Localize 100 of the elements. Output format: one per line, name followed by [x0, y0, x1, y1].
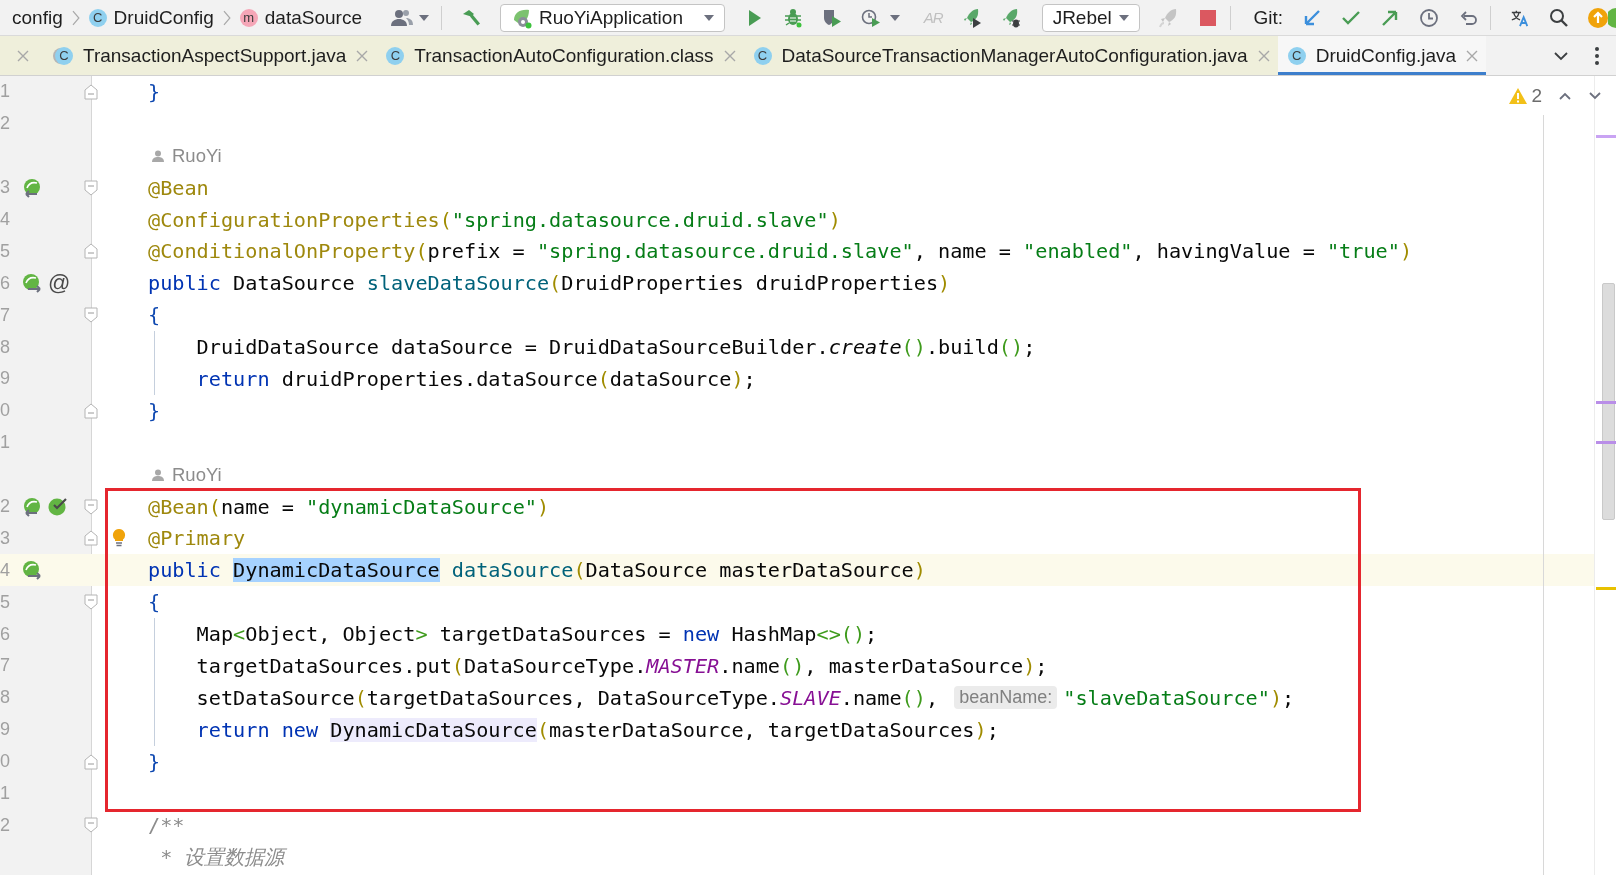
warnings-button[interactable]: 2 [1509, 85, 1542, 107]
class-icon: C [88, 8, 107, 27]
line-number: 9 [0, 368, 10, 389]
fold-start-icon[interactable] [84, 594, 98, 611]
fold-start-icon[interactable] [84, 817, 98, 834]
line-number: 8 [0, 687, 10, 708]
close-icon[interactable] [356, 49, 369, 62]
code-text: @ConditionalOnProperty(prefix = "spring.datasource.druid.slave", name = "enabled", havingValue = "true") [148, 239, 1413, 264]
line-number: 6 [0, 272, 10, 293]
code-text: targetDataSources.put(DataSourceType.MASTER.name(), masterDataSource); [196, 653, 1048, 678]
line-number: 9 [0, 719, 10, 740]
line-number: 2 [0, 113, 10, 134]
annotation-marker[interactable]: @ [48, 272, 71, 295]
warning-icon [1509, 88, 1528, 104]
fold-end-icon[interactable] [84, 530, 98, 547]
stripe-marker-icon [1596, 587, 1616, 590]
code-editor[interactable] [0, 76, 1616, 875]
chevron-up-icon[interactable] [1558, 91, 1572, 101]
arrow-up-circle-icon[interactable] [1588, 7, 1608, 28]
class-icon: C [1287, 46, 1306, 65]
fold-start-icon[interactable] [84, 179, 98, 196]
code-text: Map<Object, Object> targetDataSources = new HashMap<>(); [196, 622, 878, 647]
code-text: return new DynamicDataSource(masterDataSource, targetDataSources); [196, 717, 999, 742]
chevron-right-icon [222, 9, 231, 26]
code-text: } [148, 79, 161, 104]
line-number: 8 [0, 336, 10, 357]
line-number: 0 [0, 751, 10, 772]
person-icon [152, 149, 164, 162]
fold-end-icon[interactable] [84, 243, 98, 260]
editor-tab[interactable]: C DruidConfig.java [1277, 36, 1487, 75]
breadcrumb-link[interactable]: config [12, 6, 63, 29]
tab-label: TransactionAspectSupport.java [83, 44, 347, 67]
jrebel-dropdown[interactable]: JRebel [1041, 3, 1141, 32]
code-text: "slaveDataSource"); [1063, 685, 1295, 710]
line-number: 7 [0, 304, 10, 325]
stripe-marker-icon [1596, 441, 1616, 444]
breadcrumb-link[interactable]: DruidConfig [113, 6, 214, 29]
rocket-bug-icon[interactable] [1000, 7, 1021, 28]
users-icon[interactable] [389, 7, 414, 28]
code-text: } [148, 749, 161, 774]
code-text: setDataSource(targetDataSources, DataSourceType.SLAVE.name(), [196, 685, 940, 710]
clock-icon[interactable] [1419, 7, 1439, 28]
stripe-marker-icon [1596, 135, 1616, 138]
close-icon[interactable] [1257, 49, 1270, 62]
caret-icon[interactable] [418, 14, 429, 21]
close-icon[interactable] [16, 49, 29, 62]
person-icon [152, 468, 164, 481]
line-number: 2 [0, 814, 10, 835]
code-text: @Primary [148, 526, 246, 551]
line-number: 0 [0, 400, 10, 421]
tab-label: DataSourceTransactionManagerAutoConfiguration.java [781, 44, 1248, 67]
chevron-down-icon[interactable] [1553, 50, 1569, 61]
check-circle-icon[interactable] [48, 496, 68, 517]
stop-icon[interactable] [1198, 7, 1219, 28]
git-label: Git: [1253, 6, 1283, 29]
clock-play-icon[interactable] [860, 7, 881, 28]
stripe-marker-icon [1596, 401, 1616, 404]
breadcrumb-link[interactable]: dataSource [264, 6, 362, 29]
fold-start-icon[interactable] [84, 498, 98, 515]
fold-end-icon[interactable] [84, 83, 98, 100]
more-options-icon[interactable] [1595, 46, 1599, 65]
code-text: * 设置数据源 [159, 843, 285, 871]
tab-label: DruidConfig.java [1315, 44, 1457, 67]
parameter-hint: beanName: [954, 686, 1058, 710]
code-text: DruidDataSource dataSource = DruidDataSourceBuilder.create().build(); [196, 335, 1036, 360]
code-text: /** [148, 813, 185, 838]
code-text: @Bean [148, 175, 209, 200]
arrow-down-left-icon[interactable] [1302, 7, 1322, 28]
code-text: } [148, 398, 161, 423]
shield-play-icon[interactable] [821, 7, 842, 28]
code-text: public DataSource slaveDataSource(DruidProperties druidProperties) [148, 271, 951, 296]
method-icon: m [239, 8, 258, 27]
line-number: 4 [0, 209, 10, 229]
run-configuration-dropdown[interactable]: RuoYiApplication [499, 3, 725, 32]
scrollbar-thumb[interactable] [1602, 283, 1615, 520]
line-number: 3 [0, 527, 10, 548]
caret-icon[interactable] [889, 14, 900, 21]
close-icon[interactable] [1466, 49, 1479, 62]
caret-icon [703, 14, 714, 21]
code-text: return druidProperties.dataSource(dataSource); [196, 366, 756, 391]
line-number: 1 [0, 81, 10, 102]
close-icon[interactable] [723, 49, 736, 62]
line-number: 2 [0, 496, 10, 516]
code-text: { [148, 590, 161, 615]
search-icon[interactable] [1549, 7, 1569, 28]
tab-label: TransactionAutoConfiguration.class [414, 44, 714, 67]
class-icon: C [55, 46, 73, 65]
line-number: 5 [0, 240, 10, 261]
line-number: 1 [0, 783, 10, 804]
chevron-down-icon[interactable] [1588, 91, 1602, 101]
line-number: 1 [0, 432, 10, 453]
fold-start-icon[interactable] [84, 307, 98, 324]
bug-icon[interactable] [782, 7, 803, 28]
fold-end-icon[interactable] [84, 402, 98, 419]
line-number: 4 [0, 559, 10, 580]
light-bulb-icon[interactable] [112, 528, 126, 549]
code-text: public DynamicDataSource dataSource(DataSource masterDataSource) [148, 558, 926, 583]
rocket-play-icon[interactable] [961, 7, 982, 28]
line-number: 3 [0, 177, 10, 198]
fold-end-icon[interactable] [84, 753, 98, 770]
